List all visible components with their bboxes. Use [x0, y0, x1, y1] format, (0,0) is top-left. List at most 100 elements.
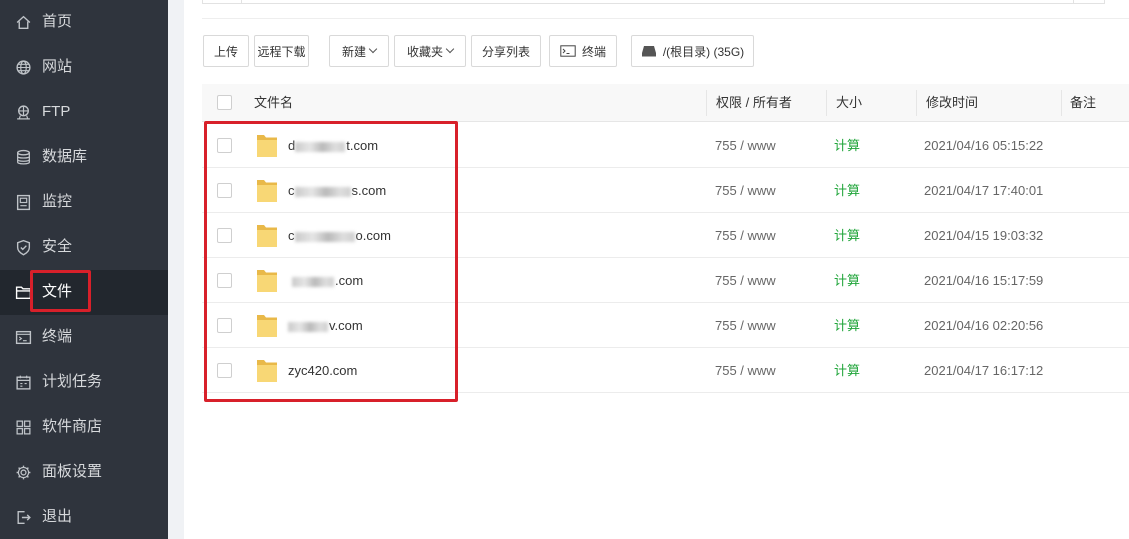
column-divider [826, 90, 827, 116]
calc-size-link[interactable]: 计算 [834, 273, 860, 289]
sidebar-item-security[interactable]: 安全 [0, 225, 168, 270]
column-header-mtime[interactable]: 修改时间 [926, 95, 978, 111]
sidebar-item-logout[interactable]: 退出 [0, 495, 168, 539]
calendar-icon [15, 374, 32, 391]
calc-size-link[interactable]: 计算 [834, 183, 860, 199]
path-bar[interactable] [202, 0, 1105, 4]
home-icon [15, 14, 32, 31]
calc-size-link[interactable]: 计算 [834, 363, 860, 379]
monitor-icon [15, 194, 32, 211]
sidebar-item-terminal[interactable]: 终端 [0, 315, 168, 360]
share-list-label: 分享列表 [481, 44, 530, 59]
redacted-text [294, 231, 355, 242]
gear-icon [15, 464, 32, 481]
file-name-visible-start: d [288, 138, 296, 153]
table-row[interactable]: zyc420.com 755 / www 计算 2021/04/17 16:17… [202, 348, 1129, 393]
file-name[interactable]: c o.com [288, 228, 391, 244]
file-name-visible-end: .com [335, 273, 364, 288]
row-checkbox[interactable] [217, 228, 232, 243]
file-name-visible-end: zyc420.com [288, 363, 358, 378]
permission-owner[interactable]: 755 / www [715, 318, 776, 334]
row-checkbox[interactable] [217, 273, 232, 288]
select-all-checkbox[interactable] [217, 95, 232, 110]
calc-size-link[interactable]: 计算 [834, 318, 860, 334]
sidebar-item-home[interactable]: 首页 [0, 0, 168, 45]
permission-owner[interactable]: 755 / www [715, 183, 776, 199]
folder-icon [256, 312, 278, 338]
file-name[interactable]: v.com [288, 318, 363, 334]
terminal-icon [560, 45, 576, 57]
new-button-label: 新建 [341, 44, 366, 59]
column-header-size[interactable]: 大小 [836, 95, 862, 111]
row-checkbox[interactable] [217, 138, 232, 153]
table-row[interactable]: .com 755 / www 计算 2021/04/16 15:17:59 [202, 258, 1129, 303]
terminal-button[interactable]: 终端 [549, 35, 617, 67]
table-row[interactable]: d t.com 755 / www 计算 2021/04/16 05:15:22 [202, 123, 1129, 168]
file-name-visible-end: s.com [351, 183, 387, 198]
upload-button-label: 上传 [213, 44, 238, 59]
upload-button[interactable]: 上传 [203, 35, 249, 67]
sidebar-item-store[interactable]: 软件商店 [0, 405, 168, 450]
chevron-down-icon [445, 44, 455, 54]
folder-icon [256, 357, 278, 383]
remote-download-button[interactable]: 远程下载 [254, 35, 309, 67]
column-header-permission[interactable]: 权限 / 所有者 [716, 95, 792, 111]
sidebar-item-cron[interactable]: 计划任务 [0, 360, 168, 405]
modified-time: 2021/04/15 19:03:32 [924, 228, 1044, 243]
calc-size-link[interactable]: 计算 [834, 138, 860, 154]
redacted-text [288, 321, 328, 332]
sidebar-item-label: 软件商店 [42, 418, 103, 435]
row-checkbox[interactable] [217, 183, 232, 198]
sidebar-item-label: 首页 [42, 13, 73, 30]
table-row[interactable]: v.com 755 / www 计算 2021/04/16 02:20:56 [202, 303, 1129, 348]
folder-icon [256, 222, 278, 248]
file-name[interactable]: .com [288, 273, 363, 289]
globe-icon [15, 59, 32, 76]
permission-owner[interactable]: 755 / www [715, 228, 776, 244]
favorites-button-label: 收藏夹 [406, 44, 443, 59]
row-checkbox[interactable] [217, 363, 232, 378]
folder-icon [256, 132, 278, 158]
chevron-down-icon [368, 44, 378, 54]
permission-owner[interactable]: 755 / www [715, 138, 776, 154]
share-list-button[interactable]: 分享列表 [471, 35, 541, 67]
sidebar-item-label: 数据库 [42, 148, 88, 165]
modified-time: 2021/04/16 02:20:56 [924, 318, 1044, 333]
sidebar-item-settings[interactable]: 面板设置 [0, 450, 168, 495]
path-input[interactable] [241, 0, 1074, 3]
folder-icon [256, 267, 278, 293]
sidebar-item-files[interactable]: 文件 [0, 270, 168, 315]
permission-owner[interactable]: 755 / www [715, 273, 776, 289]
new-dropdown-button[interactable]: 新建 [329, 35, 389, 67]
redacted-text [294, 186, 351, 197]
redacted-text [295, 141, 346, 152]
calc-size-link[interactable]: 计算 [834, 228, 860, 244]
sidebar-item-database[interactable]: 数据库 [0, 135, 168, 180]
permission-owner[interactable]: 755 / www [715, 363, 776, 379]
file-name[interactable]: zyc420.com [288, 363, 357, 379]
folder-icon [256, 177, 278, 203]
column-header-name[interactable]: 文件名 [254, 95, 293, 111]
sidebar-item-label: 文件 [42, 283, 73, 300]
database-icon [15, 149, 32, 166]
remote-download-label: 远程下载 [257, 44, 306, 59]
redacted-text [292, 276, 334, 287]
favorites-dropdown-button[interactable]: 收藏夹 [394, 35, 466, 67]
column-divider [706, 90, 707, 116]
row-checkbox[interactable] [217, 318, 232, 333]
sidebar-item-monitor[interactable]: 监控 [0, 180, 168, 225]
file-name[interactable]: c s.com [288, 183, 386, 199]
table-row[interactable]: c s.com 755 / www 计算 2021/04/17 17:40:01 [202, 168, 1129, 213]
logout-icon [15, 509, 32, 526]
sidebar: 首页 网站 FTP 数据库 监控 安全 文件 终端 计划任务 软件商店 面板设置 [0, 0, 168, 539]
table-row[interactable]: c o.com 755 / www 计算 2021/04/15 19:03:32 [202, 213, 1129, 258]
file-name[interactable]: d t.com [288, 138, 378, 154]
sidebar-item-website[interactable]: 网站 [0, 45, 168, 90]
sidebar-item-label: FTP [42, 103, 71, 120]
sidebar-item-label: 监控 [42, 193, 73, 210]
disk-root-button[interactable]: /(根目录) (35G) [631, 35, 754, 67]
apps-icon [15, 419, 32, 436]
terminal-button-label: 终端 [581, 44, 606, 59]
sidebar-item-ftp[interactable]: FTP [0, 90, 168, 135]
sidebar-item-label: 面板设置 [42, 463, 103, 480]
